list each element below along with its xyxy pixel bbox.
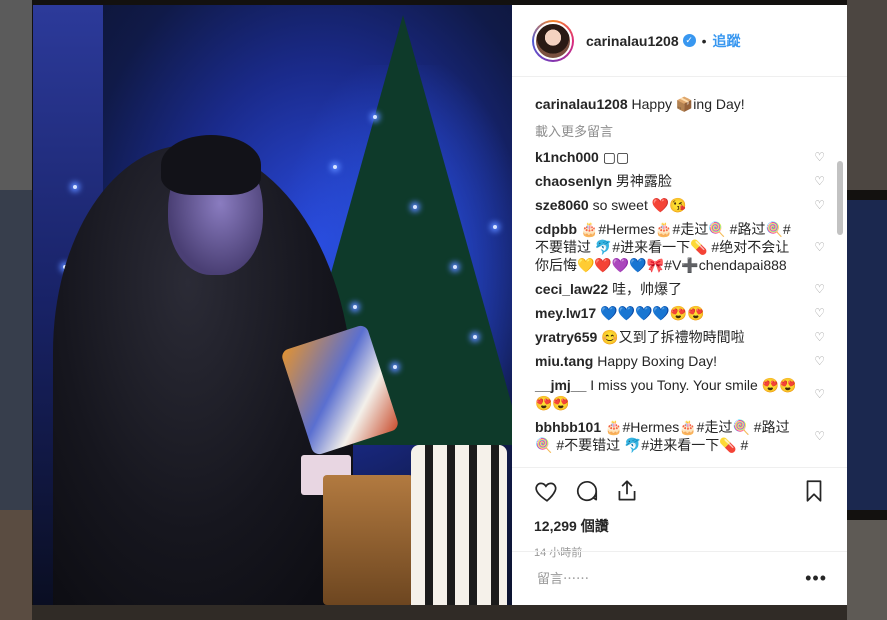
comment-item: bbhbb101 🎂#Hermes🎂#走过🍭 #路过🍭 #不要错过 🐬#进来看一… — [535, 418, 825, 454]
comment-text: ▢▢ — [602, 149, 630, 165]
post-username[interactable]: carinalau1208 — [586, 33, 679, 49]
comment-item: ceci_law22 哇，帅爆了 ♡ — [535, 280, 825, 298]
comment-item: chaosenlyn 男神露脸 ♡ — [535, 172, 825, 190]
comment-text: Happy Boxing Day! — [597, 353, 718, 369]
comment-like-heart-icon[interactable]: ♡ — [814, 280, 825, 298]
post-modal: carinalau1208 ✓ • 追蹤 carinalau1208 Happy… — [33, 5, 847, 605]
comment-item: sze8060 so sweet ❤️😘 ♡ — [535, 196, 825, 214]
verified-badge-icon: ✓ — [682, 34, 696, 47]
comment-like-heart-icon[interactable]: ♡ — [814, 148, 825, 166]
post-photo[interactable] — [33, 5, 512, 605]
comment-bubble-icon[interactable] — [574, 478, 600, 504]
comment-input[interactable] — [535, 570, 806, 587]
comment-item: k1nch000 ▢▢ ♡ — [535, 148, 825, 166]
comments-list[interactable]: carinalau1208 Happy 📦ing Day! 載入更多留言 k1n… — [512, 77, 847, 467]
share-icon[interactable] — [614, 478, 640, 504]
more-options-icon[interactable]: ••• — [805, 568, 827, 589]
comment-username[interactable]: yratry659 — [535, 329, 597, 345]
comment-text: 哇，帅爆了 — [612, 281, 683, 297]
comment-username[interactable]: chaosenlyn — [535, 173, 612, 189]
comment-username[interactable]: ceci_law22 — [535, 281, 608, 297]
comment-username[interactable]: miu.tang — [535, 353, 593, 369]
comment-item: miu.tang Happy Boxing Day! ♡ — [535, 352, 825, 370]
comment-item: yratry659 😊又到了拆禮物時間啦 ♡ — [535, 328, 825, 346]
avatar[interactable] — [532, 19, 574, 62]
comment-item: mey.lw17 💙💙💙💙😍😍 ♡ — [535, 304, 825, 322]
likes-count[interactable]: 12,299 個讚 — [512, 506, 847, 536]
load-more-comments-button[interactable]: 載入更多留言 — [535, 121, 825, 140]
follow-button[interactable]: 追蹤 — [713, 31, 741, 51]
caption-username[interactable]: carinalau1208 — [535, 96, 628, 112]
comment-username[interactable]: sze8060 — [535, 197, 589, 213]
comment-username[interactable]: __jmj__ — [535, 377, 586, 393]
separator-dot: • — [701, 32, 707, 49]
comment-like-heart-icon[interactable]: ♡ — [814, 352, 825, 370]
comment-text: 😊又到了拆禮物時間啦 — [601, 329, 745, 345]
comment-like-heart-icon[interactable]: ♡ — [814, 238, 825, 256]
bookmark-icon[interactable] — [801, 478, 827, 504]
comment-text: so sweet ❤️😘 — [592, 197, 687, 213]
comment-like-heart-icon[interactable]: ♡ — [814, 196, 825, 214]
post-header: carinalau1208 ✓ • 追蹤 — [512, 5, 847, 77]
comment-username[interactable]: k1nch000 — [535, 149, 599, 165]
comment-item: __jmj__ I miss you Tony. Your smile 😍😍😍😍… — [535, 376, 825, 412]
comment-like-heart-icon[interactable]: ♡ — [814, 385, 825, 403]
comment-like-heart-icon[interactable]: ♡ — [814, 328, 825, 346]
scrollbar[interactable] — [837, 161, 843, 235]
actions-section: 12,299 個讚 14 小時前 — [512, 467, 847, 560]
comment-like-heart-icon[interactable]: ♡ — [814, 172, 825, 190]
comment-like-heart-icon[interactable]: ♡ — [814, 304, 825, 322]
comment-username[interactable]: mey.lw17 — [535, 305, 596, 321]
comment-username[interactable]: bbhbb101 — [535, 419, 601, 435]
comment-text: 男神露脸 — [615, 173, 672, 189]
like-heart-icon[interactable] — [534, 478, 560, 504]
post-caption: carinalau1208 Happy 📦ing Day! — [535, 95, 825, 113]
comment-like-heart-icon[interactable]: ♡ — [814, 427, 825, 445]
comment-text: 💙💙💙💙😍😍 — [600, 305, 705, 321]
comment-username[interactable]: cdpbb — [535, 221, 577, 237]
add-comment-bar: ••• — [512, 551, 847, 605]
comment-item: cdpbb 🎂#Hermes🎂#走过🍭 #路过🍭#不要错过 🐬#进来看一下💊 #… — [535, 220, 825, 274]
post-sidebar: carinalau1208 ✓ • 追蹤 carinalau1208 Happy… — [512, 5, 847, 605]
caption-text: Happy 📦ing Day! — [631, 96, 745, 112]
